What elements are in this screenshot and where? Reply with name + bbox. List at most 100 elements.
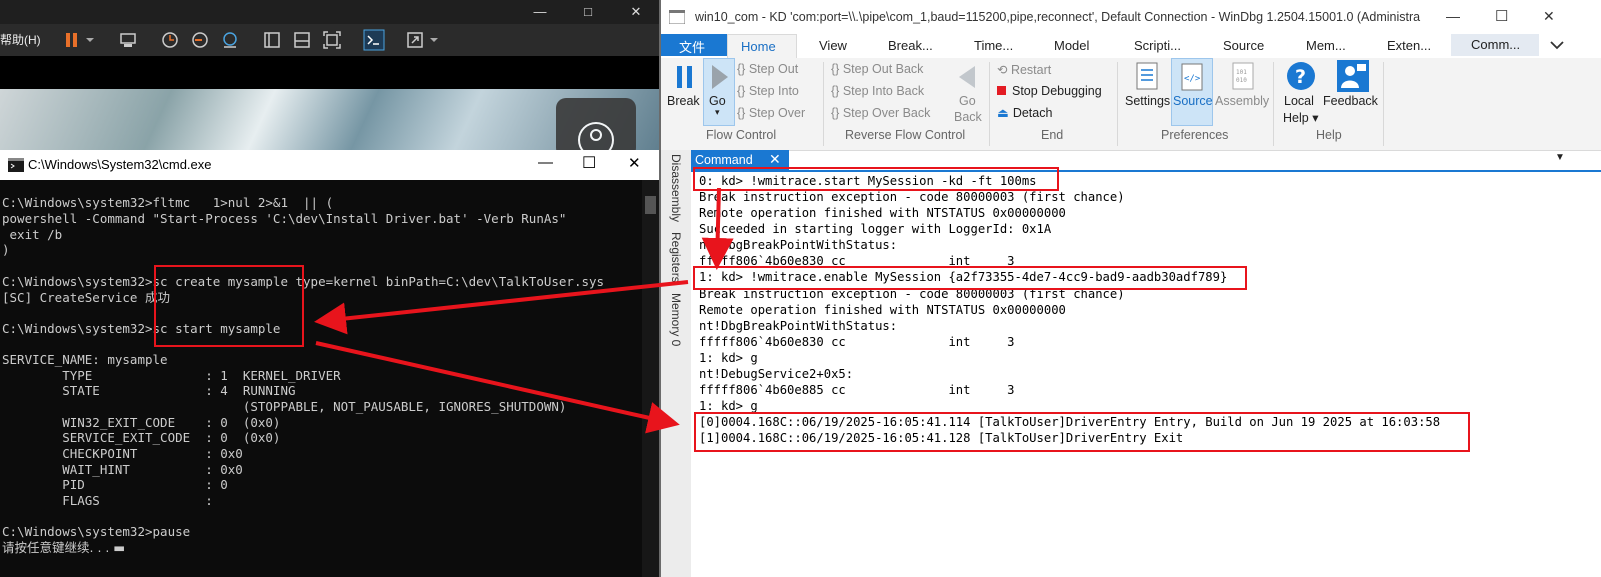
cmd-line: (STOPPABLE, NOT_PAUSABLE, IGNORES_SHUTDO…: [2, 399, 567, 414]
tab-memory[interactable]: Mem...: [1306, 38, 1346, 53]
vm-maximize-button[interactable]: □: [568, 2, 608, 22]
go-icon: [712, 65, 728, 89]
local-help-label-2: Help ▾: [1283, 111, 1319, 125]
tab-command-label: Comm...: [1471, 37, 1521, 52]
svg-text:010: 010: [1236, 77, 1247, 84]
step-over-button[interactable]: {} Step Over: [737, 106, 805, 120]
stop-icon: [997, 86, 1006, 95]
tab-memory-0[interactable]: Memory 0: [669, 293, 683, 346]
step-over-back-button[interactable]: {} Step Over Back: [831, 106, 930, 120]
stretch-icon[interactable]: [405, 30, 425, 50]
cmd-line: exit /b: [2, 227, 63, 242]
cmd-titlebar: C:\Windows\System32\cmd.exe — ☐ ✕: [0, 150, 659, 180]
manage-snapshot-icon[interactable]: [220, 30, 240, 50]
pause-icon[interactable]: [62, 30, 82, 50]
vm-minimize-button[interactable]: —: [520, 2, 560, 22]
tab-source[interactable]: Source: [1223, 38, 1264, 53]
snapshot-icon[interactable]: [160, 30, 180, 50]
cmd-line: [SC] CreateService 成功: [2, 290, 170, 305]
step-into-label: Step Into: [748, 84, 799, 98]
output-line: fffff806`4b60e885 cc int 3: [699, 383, 1015, 397]
send-keys-icon[interactable]: [118, 30, 138, 50]
cmd-line: SERVICE_EXIT_CODE : 0 (0x0): [2, 430, 281, 445]
tab-scripting[interactable]: Scripti...: [1134, 38, 1181, 53]
windbg-maximize-button[interactable]: ☐: [1495, 7, 1508, 25]
cmd-scrollbar[interactable]: [642, 180, 659, 577]
cmd-line: C:\Windows\system32>pause: [2, 524, 191, 539]
highlight-box-trace-output: [694, 412, 1470, 452]
go-button[interactable]: Go ▾: [703, 58, 735, 126]
revert-icon[interactable]: [190, 30, 210, 50]
break-button[interactable]: Break: [665, 58, 705, 118]
output-line: Remote operation finished with NTSTATUS …: [699, 303, 1066, 317]
tab-file[interactable]: 文件: [661, 34, 727, 56]
tab-file-label: 文件: [679, 40, 706, 55]
source-button[interactable]: </> Source: [1171, 58, 1213, 126]
break-label: Break: [667, 94, 700, 108]
output-line: 1: kd> g: [699, 351, 758, 365]
group-flow-control: Flow Control: [706, 128, 777, 142]
vm-close-button[interactable]: ✕: [616, 2, 656, 22]
tab-view[interactable]: View: [819, 38, 847, 53]
tab-time-travel[interactable]: Time...: [974, 38, 1013, 53]
tab-disassembly[interactable]: Disassembly: [669, 154, 683, 222]
step-into-back-button[interactable]: {} Step Into Back: [831, 84, 924, 98]
view-single-icon[interactable]: [262, 30, 282, 50]
fullscreen-icon[interactable]: [322, 30, 342, 50]
cmd-close-button[interactable]: ✕: [628, 154, 641, 172]
dropdown-icon[interactable]: [84, 30, 96, 50]
go-back-button[interactable]: Go Back: [951, 58, 985, 124]
highlight-box-wmitrace-start: [693, 167, 1059, 191]
cmd-maximize-button[interactable]: ☐: [582, 153, 596, 173]
svg-text:?: ?: [1295, 66, 1306, 88]
windbg-close-button[interactable]: ✕: [1543, 8, 1555, 25]
view-split-icon[interactable]: [292, 30, 312, 50]
highlight-box-wmitrace-enable: [693, 266, 1247, 290]
go-label: Go: [709, 94, 726, 108]
assembly-label: Assembly: [1215, 94, 1270, 108]
output-line: Remote operation finished with NTSTATUS …: [699, 206, 1066, 220]
step-into-button[interactable]: {} Step Into: [737, 84, 799, 98]
feedback-button[interactable]: Feedback: [1323, 58, 1385, 118]
tab-model[interactable]: Model: [1054, 38, 1089, 53]
source-icon: </>: [1181, 63, 1203, 91]
console-icon[interactable]: [363, 29, 385, 51]
cmd-minimize-button[interactable]: —: [538, 154, 553, 171]
cmd-line: ): [2, 242, 10, 257]
step-out-button[interactable]: {} Step Out: [737, 62, 798, 76]
stop-debugging-button[interactable]: Stop Debugging: [997, 84, 1102, 98]
output-line: fffff806`4b60e830 cc int 3: [699, 335, 1015, 349]
settings-icon: [1136, 62, 1158, 90]
tab-home-label: Home: [741, 39, 776, 54]
tab-home[interactable]: Home: [727, 34, 797, 59]
tab-command[interactable]: Comm...: [1451, 34, 1539, 56]
group-preferences: Preferences: [1161, 128, 1229, 142]
step-out-back-button[interactable]: {} Step Out Back: [831, 62, 923, 76]
tab-breakpoints[interactable]: Break...: [888, 38, 933, 53]
restart-button[interactable]: ⟲ Restart: [997, 62, 1051, 77]
stop-debugging-label: Stop Debugging: [1012, 84, 1102, 98]
dropdown-icon[interactable]: [428, 30, 440, 50]
windbg-minimize-button[interactable]: —: [1446, 8, 1460, 24]
left-dock: Disassembly Registers Memory 0: [661, 150, 691, 577]
feedback-label: Feedback: [1323, 94, 1378, 108]
pane-menu-icon[interactable]: ▼: [1555, 152, 1565, 163]
feedback-icon: [1337, 60, 1369, 92]
close-icon[interactable]: ✕: [769, 151, 781, 168]
go-dropdown-icon[interactable]: ▾: [715, 107, 720, 118]
vm-screen-top: [0, 56, 659, 89]
local-help-button[interactable]: ? Local Help ▾: [1281, 58, 1321, 125]
cmd-line: PID : 0: [2, 477, 228, 492]
tab-extensions[interactable]: Exten...: [1387, 38, 1431, 53]
help-menu[interactable]: 帮助(H): [0, 31, 41, 48]
assembly-button[interactable]: 101 010 Assembly: [1215, 58, 1271, 118]
cmd-line: FLAGS :: [2, 493, 213, 508]
ribbon-collapse-icon[interactable]: [1549, 39, 1565, 51]
step-out-label: Step Out: [748, 62, 799, 76]
tab-registers[interactable]: Registers: [669, 232, 683, 283]
step-over-back-label: Step Over Back: [842, 106, 931, 120]
output-line: Succeeded in starting logger with Logger…: [699, 222, 1052, 236]
detach-label: Detach: [1012, 106, 1053, 120]
settings-button[interactable]: Settings: [1123, 58, 1171, 118]
detach-button[interactable]: ⏏ Detach: [997, 105, 1052, 120]
